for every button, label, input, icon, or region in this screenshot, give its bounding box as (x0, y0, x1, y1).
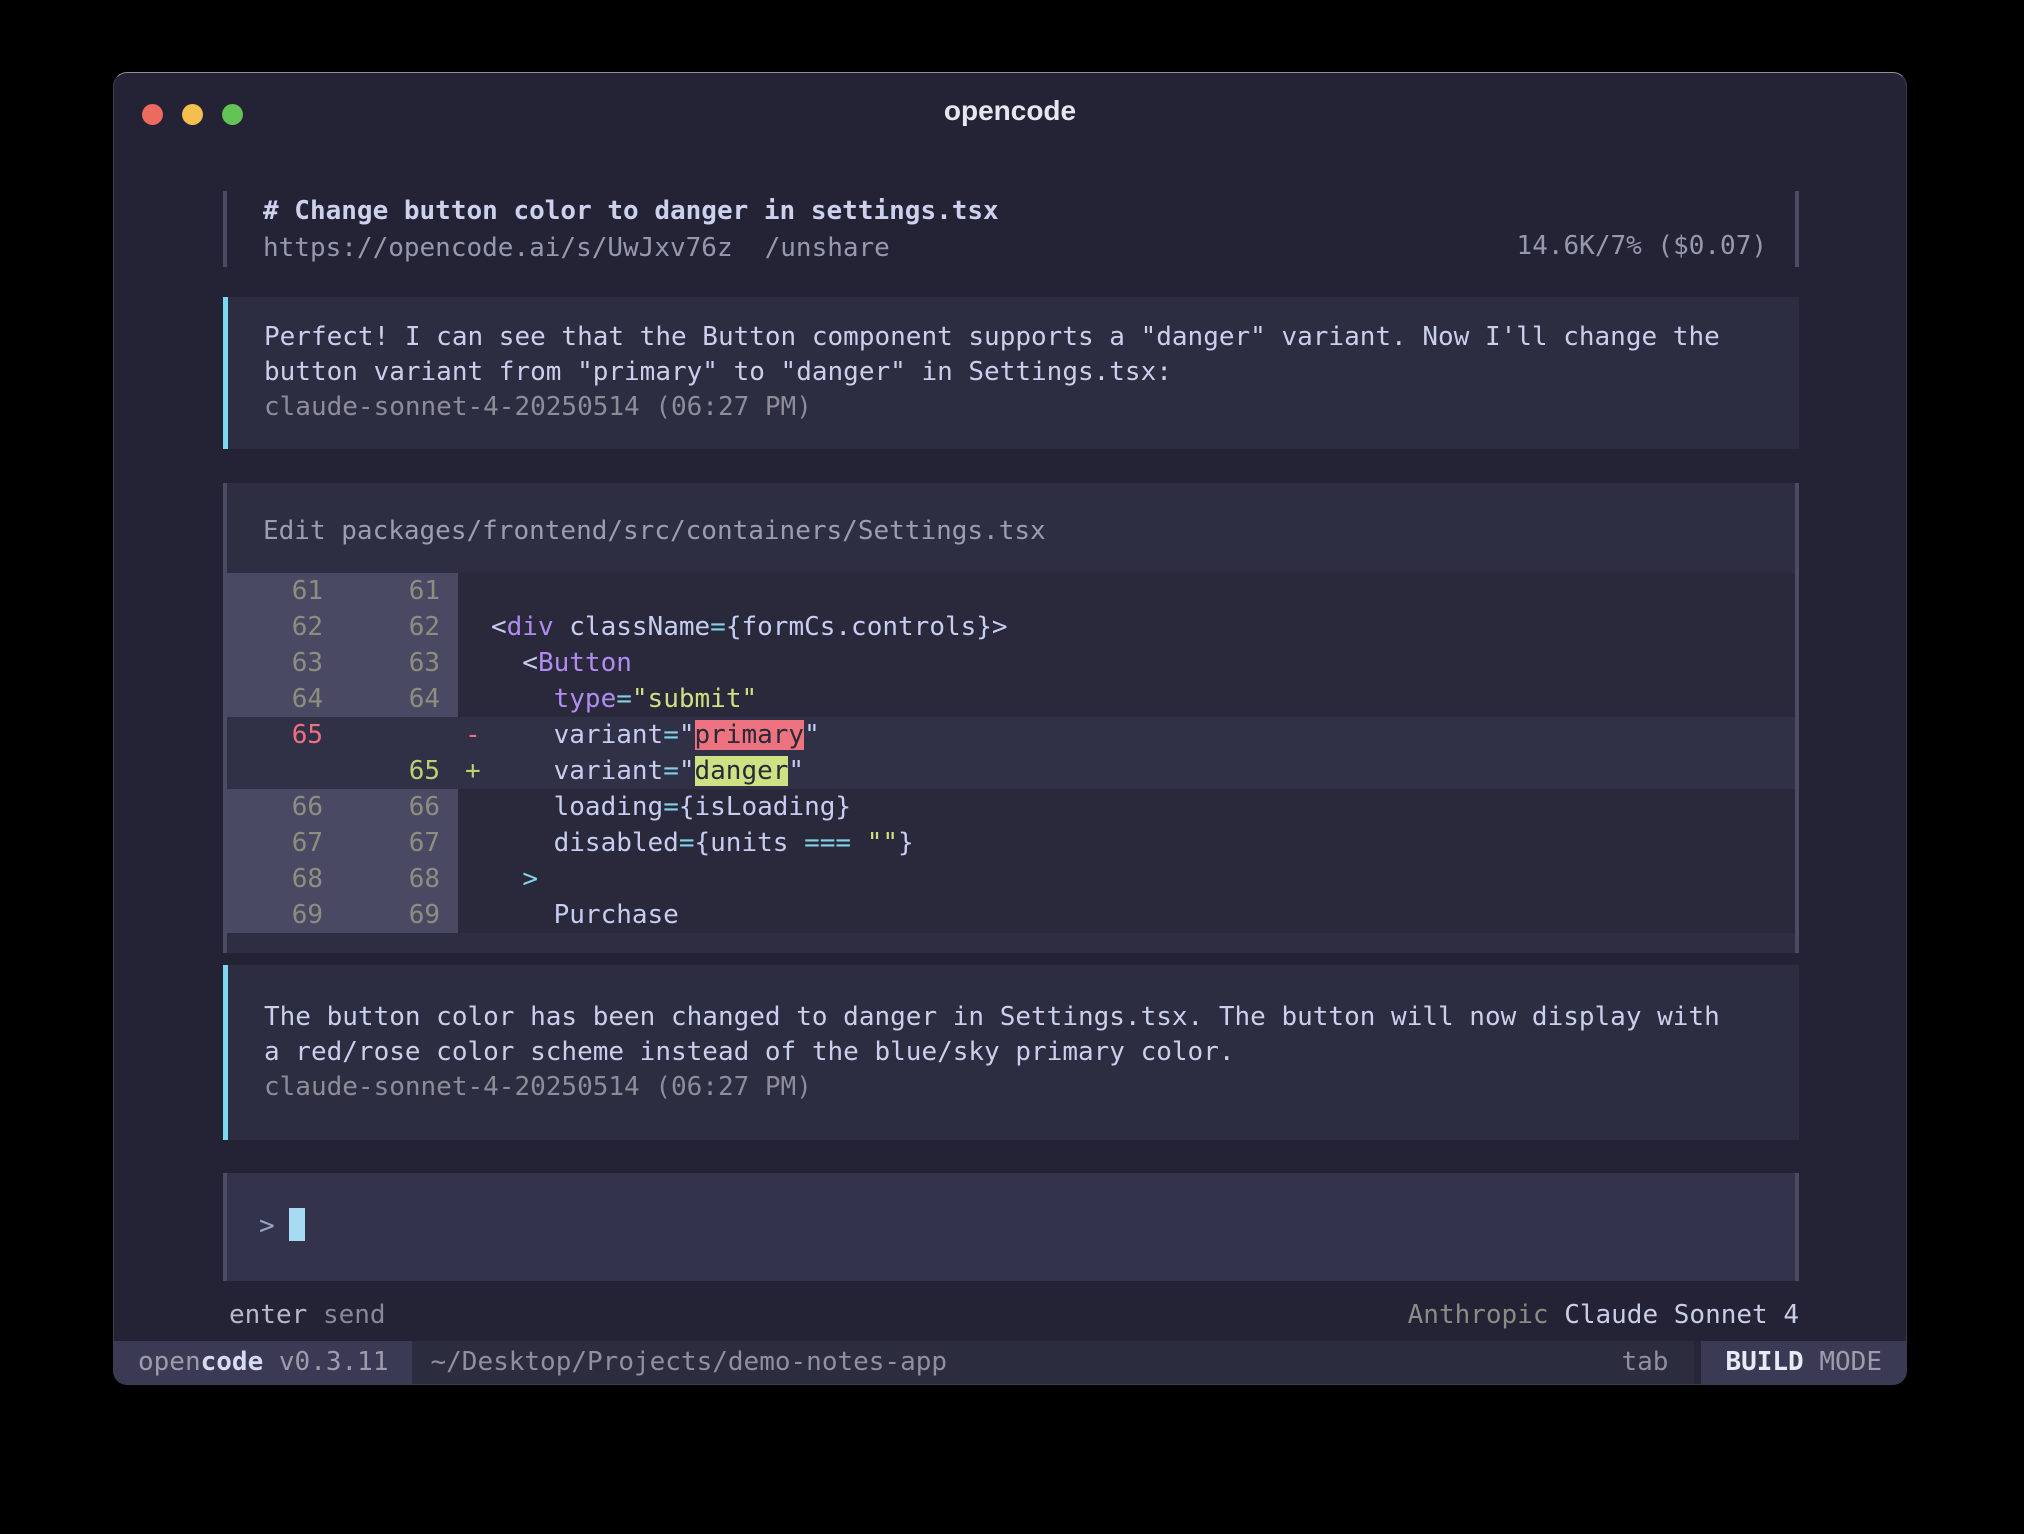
mode-label: BUILD (1725, 1347, 1803, 1377)
prompt-input[interactable]: > (223, 1173, 1799, 1281)
model-indicator: Anthropic Claude Sonnet 4 (1408, 1297, 1799, 1333)
diff-row: 65+ variant="danger" (227, 753, 1795, 789)
edit-tool-card: Edit packages/frontend/src/containers/Se… (223, 483, 1799, 953)
status-bar: opencode v0.3.11 ~/Desktop/Projects/demo… (114, 1341, 1906, 1384)
cwd-segment: ~/Desktop/Projects/demo-notes-app tab (412, 1341, 1694, 1384)
prompt-symbol: > (259, 1211, 275, 1241)
diff-code-line: variant="danger" (491, 753, 804, 789)
working-directory: ~/Desktop/Projects/demo-notes-app (430, 1341, 947, 1384)
diff-row: 65- variant="primary" (227, 717, 1795, 753)
hint-row: enter send Anthropic Claude Sonnet 4 (229, 1297, 1799, 1333)
window-controls (142, 104, 243, 125)
assistant-message-text: The button color has been changed to dan… (264, 1000, 1729, 1070)
edit-tool-title: Edit packages/frontend/src/containers/Se… (227, 513, 1795, 549)
diff-gutter: 6363 (227, 645, 458, 681)
diff-row: 6161 (227, 573, 1795, 609)
diff-gutter: 6161 (227, 573, 458, 609)
assistant-message: The button color has been changed to dan… (223, 965, 1799, 1140)
diff-code-line: type="submit" (491, 681, 757, 717)
assistant-message: Perfect! I can see that the Button compo… (223, 297, 1799, 449)
diff-code-line: variant="primary" (491, 717, 820, 753)
diff-table: 61616262 <div className={formCs.controls}… (227, 573, 1795, 933)
diff-gutter: 65 (227, 753, 458, 789)
session-title: # Change button color to danger in setti… (263, 193, 1767, 230)
assistant-message-meta: claude-sonnet-4-20250514 (06:27 PM) (264, 1070, 1729, 1105)
diff-gutter: 6262 (227, 609, 458, 645)
zoom-button[interactable] (222, 104, 243, 125)
diff-row: 6464 type="submit" (227, 681, 1795, 717)
diff-row: 6262 <div className={formCs.controls}> (227, 609, 1795, 645)
diff-code-line: > (491, 861, 538, 897)
diff-row: 6363 <Button (227, 645, 1795, 681)
app-name-code: code (201, 1347, 264, 1377)
context-usage: 14.6K/7% ($0.07) (1517, 228, 1767, 265)
diff-row: 6969 Purchase (227, 897, 1795, 933)
model-name: Claude Sonnet 4 (1564, 1300, 1799, 1330)
share-url[interactable]: https://opencode.ai/s/UwJxv76z (263, 233, 733, 263)
model-provider: Anthropic (1408, 1300, 1549, 1330)
send-hint-key: enter (229, 1300, 307, 1330)
app-version-segment: opencode v0.3.11 (114, 1341, 412, 1384)
diff-code-line: <div className={formCs.controls}> (491, 609, 1008, 645)
tab-hint[interactable]: tab (1621, 1341, 1668, 1384)
app-name-open: open (138, 1347, 201, 1377)
diff-gutter: 65 (227, 717, 458, 753)
session-header: # Change button color to danger in setti… (223, 191, 1799, 267)
diff-gutter: 6666 (227, 789, 458, 825)
diff-gutter: 6969 (227, 897, 458, 933)
text-cursor (289, 1208, 305, 1241)
unshare-command[interactable]: /unshare (765, 233, 890, 263)
assistant-message-meta: claude-sonnet-4-20250514 (06:27 PM) (264, 390, 1729, 425)
close-button[interactable] (142, 104, 163, 125)
title-bar: opencode (114, 73, 1906, 153)
diff-gutter: 6767 (227, 825, 458, 861)
diff-code-line: disabled={units === ""} (491, 825, 914, 861)
diff-code-line: Purchase (491, 897, 679, 933)
opencode-window: opencode # Change button color to danger… (113, 72, 1907, 1385)
mode-segment[interactable]: BUILD MODE (1701, 1341, 1906, 1384)
diff-row: 6666 loading={isLoading} (227, 789, 1795, 825)
app-version: v0.3.11 (263, 1347, 388, 1377)
send-hint: enter send (229, 1297, 386, 1333)
mode-suffix: MODE (1804, 1347, 1882, 1377)
diff-row: 6767 disabled={units === ""} (227, 825, 1795, 861)
diff-code-line: loading={isLoading} (491, 789, 851, 825)
diff-gutter: 6464 (227, 681, 458, 717)
send-hint-action: send (323, 1300, 386, 1330)
minimize-button[interactable] (182, 104, 203, 125)
window-title: opencode (114, 73, 1906, 149)
assistant-message-text: Perfect! I can see that the Button compo… (264, 320, 1729, 390)
diff-gutter: 6868 (227, 861, 458, 897)
diff-row: 6868 > (227, 861, 1795, 897)
diff-code-line: <Button (491, 645, 632, 681)
